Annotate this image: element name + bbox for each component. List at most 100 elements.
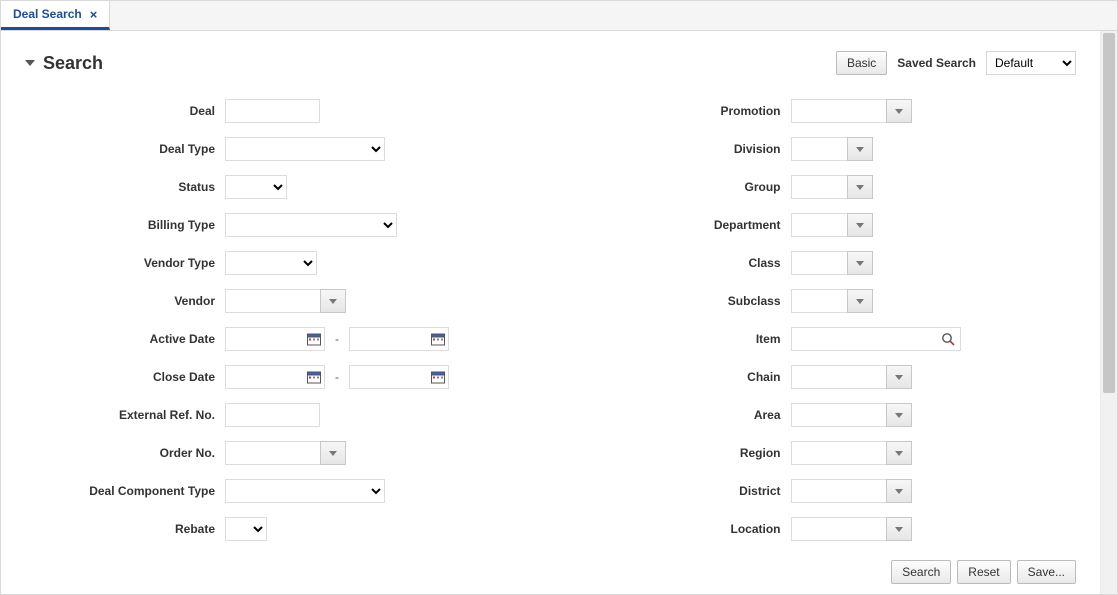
district-combo (791, 479, 912, 503)
status-select[interactable] (225, 175, 287, 199)
page-title: Search (43, 53, 103, 74)
label-close-date: Close Date (25, 370, 225, 384)
app-window: Deal Search × Search Basic Saved Search … (0, 0, 1118, 595)
row-item: Item (581, 327, 1077, 351)
label-deal: Deal (25, 104, 225, 118)
label-rebate: Rebate (25, 522, 225, 536)
order-no-input[interactable] (225, 441, 320, 465)
row-deal-type: Deal Type (25, 137, 521, 161)
row-status: Status (25, 175, 521, 199)
active-date-from-wrap (225, 327, 325, 351)
subclass-lov-button[interactable] (847, 289, 873, 313)
date-range-separator: - (331, 370, 343, 384)
item-input[interactable] (791, 327, 961, 351)
chain-lov-button[interactable] (886, 365, 912, 389)
division-lov-button[interactable] (847, 137, 873, 161)
promotion-lov-button[interactable] (886, 99, 912, 123)
form-column-right: Promotion Division (581, 99, 1077, 541)
close-date-from-wrap (225, 365, 325, 389)
area-combo (791, 403, 912, 427)
date-range-separator: - (331, 332, 343, 346)
saved-search-label: Saved Search (897, 56, 976, 70)
location-input[interactable] (791, 517, 886, 541)
promotion-combo (791, 99, 912, 123)
location-lov-button[interactable] (886, 517, 912, 541)
vendor-type-select[interactable] (225, 251, 317, 275)
save-button[interactable]: Save... (1017, 560, 1076, 584)
row-chain: Chain (581, 365, 1077, 389)
district-lov-button[interactable] (886, 479, 912, 503)
rebate-select[interactable] (225, 517, 267, 541)
row-location: Location (581, 517, 1077, 541)
chevron-down-icon (895, 527, 903, 532)
label-item: Item (581, 332, 791, 346)
vendor-lov-button[interactable] (320, 289, 346, 313)
billing-type-select[interactable] (225, 213, 397, 237)
label-region: Region (581, 446, 791, 460)
body-wrap: Search Basic Saved Search Default Deal (1, 31, 1117, 594)
deal-type-select[interactable] (225, 137, 385, 161)
row-billing-type: Billing Type (25, 213, 521, 237)
chevron-down-icon (329, 451, 337, 456)
row-rebate: Rebate (25, 517, 521, 541)
area-lov-button[interactable] (886, 403, 912, 427)
department-lov-button[interactable] (847, 213, 873, 237)
region-input[interactable] (791, 441, 886, 465)
chevron-down-icon (856, 299, 864, 304)
saved-search-select[interactable]: Default (986, 51, 1076, 75)
scrollbar-thumb[interactable] (1103, 33, 1115, 393)
subclass-input[interactable] (791, 289, 847, 313)
header-row: Search Basic Saved Search Default (25, 51, 1076, 75)
region-combo (791, 441, 912, 465)
item-search-wrap (791, 327, 961, 351)
division-input[interactable] (791, 137, 847, 161)
header-left: Search (25, 53, 103, 74)
row-area: Area (581, 403, 1077, 427)
promotion-input[interactable] (791, 99, 886, 123)
chevron-down-icon (895, 413, 903, 418)
deal-input[interactable] (225, 99, 320, 123)
label-location: Location (581, 522, 791, 536)
order-no-lov-button[interactable] (320, 441, 346, 465)
group-input[interactable] (791, 175, 847, 199)
label-promotion: Promotion (581, 104, 791, 118)
external-ref-input[interactable] (225, 403, 320, 427)
label-chain: Chain (581, 370, 791, 384)
calendar-icon[interactable] (431, 371, 445, 384)
row-close-date: Close Date - (25, 365, 521, 389)
search-icon[interactable] (941, 332, 955, 346)
calendar-icon[interactable] (307, 371, 321, 384)
area-input[interactable] (791, 403, 886, 427)
chain-input[interactable] (791, 365, 886, 389)
row-external-ref: External Ref. No. (25, 403, 521, 427)
reset-button[interactable]: Reset (957, 560, 1010, 584)
search-button[interactable]: Search (891, 560, 951, 584)
tab-deal-search[interactable]: Deal Search × (1, 1, 110, 30)
label-billing-type: Billing Type (25, 218, 225, 232)
close-icon[interactable]: × (90, 8, 98, 21)
vendor-input[interactable] (225, 289, 320, 313)
calendar-icon[interactable] (307, 333, 321, 346)
department-input[interactable] (791, 213, 847, 237)
district-input[interactable] (791, 479, 886, 503)
row-deal-component-type: Deal Component Type (25, 479, 521, 503)
location-combo (791, 517, 912, 541)
disclosure-triangle-icon[interactable] (25, 60, 35, 66)
class-lov-button[interactable] (847, 251, 873, 275)
chevron-down-icon (895, 375, 903, 380)
row-deal: Deal (25, 99, 521, 123)
region-lov-button[interactable] (886, 441, 912, 465)
vertical-scrollbar[interactable] (1100, 31, 1117, 594)
chevron-down-icon (895, 109, 903, 114)
row-department: Department (581, 213, 1077, 237)
basic-button[interactable]: Basic (836, 51, 887, 75)
calendar-icon[interactable] (431, 333, 445, 346)
order-no-combo (225, 441, 346, 465)
label-external-ref: External Ref. No. (25, 408, 225, 422)
class-input[interactable] (791, 251, 847, 275)
row-order-no: Order No. (25, 441, 521, 465)
chevron-down-icon (856, 185, 864, 190)
deal-component-type-select[interactable] (225, 479, 385, 503)
label-status: Status (25, 180, 225, 194)
group-lov-button[interactable] (847, 175, 873, 199)
